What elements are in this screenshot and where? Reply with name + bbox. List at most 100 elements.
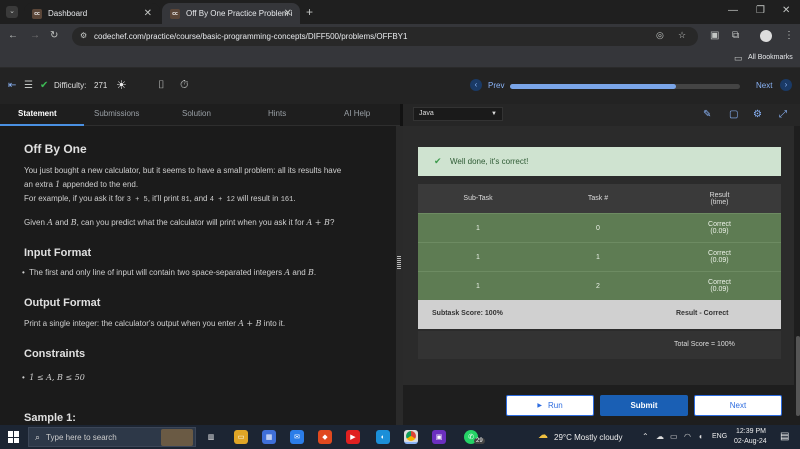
given-post: , can you predict what the calculator wi… <box>76 218 307 227</box>
tab-dashboard[interactable]: cc Dashboard ✕ <box>24 3 160 24</box>
extensions-puzzle-icon[interactable]: ⧉ <box>732 30 739 41</box>
language-indicator[interactable]: ENG <box>712 433 727 440</box>
results-area: ✔ Well done, it's correct! Sub-Task Task… <box>403 126 794 385</box>
codechef-favicon-icon: cc <box>32 8 42 19</box>
battery-icon[interactable]: ▭ <box>670 432 678 441</box>
settings-gear-icon[interactable]: ⚙ <box>753 109 762 120</box>
tab-statement[interactable]: Statement <box>18 109 57 118</box>
new-tab-icon[interactable]: + <box>306 5 313 19</box>
tab-submissions[interactable]: Submissions <box>94 109 139 118</box>
url-input[interactable]: ⚙ codechef.com/practice/course/basic-pro… <box>72 27 698 46</box>
scrollbar-thumb[interactable] <box>796 336 800 416</box>
code-4-plus-12: 4 + 12 <box>209 196 235 204</box>
total-score-row: Total Score = 100% <box>418 331 781 359</box>
clock-date[interactable]: 02-Aug-24 <box>734 438 767 445</box>
taskbar-search-input[interactable]: ⌕ Type here to search <box>28 427 196 447</box>
jetbrains-icon[interactable]: ▣ <box>432 430 446 444</box>
all-bookmarks-link[interactable]: All Bookmarks <box>748 54 793 61</box>
tab-hints[interactable]: Hints <box>268 109 286 118</box>
magic-wand-icon[interactable]: ✎ <box>703 109 711 120</box>
browser-tab-bar: ⌄ cc Dashboard ✕ cc Off By One Practice … <box>0 0 800 24</box>
clock-time[interactable]: 12:39 PM <box>736 428 766 435</box>
intro-line-1: You just bought a new calculator, but it… <box>24 166 342 175</box>
extension-icon[interactable]: ▣ <box>710 30 719 41</box>
close-window-icon[interactable]: ✕ <box>782 5 790 16</box>
prev-button[interactable]: Prev <box>488 81 504 90</box>
panel-divider[interactable] <box>396 126 403 425</box>
tab-search-icon[interactable]: ⌄ <box>6 6 18 18</box>
next-button[interactable]: Next <box>756 81 772 90</box>
forward-icon[interactable]: → <box>30 30 40 41</box>
success-banner: ✔ Well done, it's correct! <box>418 147 781 176</box>
cell-task: 2 <box>596 282 600 290</box>
codechef-favicon-icon: cc <box>170 8 180 19</box>
chat-icon[interactable]: ▢ <box>729 109 738 120</box>
bookmark-star-icon[interactable]: ☆ <box>678 30 686 41</box>
youtube-icon[interactable]: ▶ <box>346 430 360 444</box>
success-message: Well done, it's correct! <box>450 157 529 166</box>
tab-ai-help[interactable]: AI Help <box>344 109 370 118</box>
subtask-result: Result - Correct <box>676 310 729 317</box>
weather-icon[interactable]: ☁ <box>538 430 548 441</box>
theme-sun-icon[interactable]: ☀ <box>116 78 127 92</box>
next-arrow-icon[interactable]: › <box>780 79 792 91</box>
fullscreen-icon[interactable]: ⤢ <box>779 109 787 120</box>
onedrive-icon[interactable]: ☁ <box>656 432 664 441</box>
windows-start-icon[interactable] <box>8 431 20 443</box>
task-view-icon[interactable]: ▥ <box>204 430 218 444</box>
brave-icon[interactable]: ◆ <box>318 430 332 444</box>
tray-chevron-icon[interactable]: ⌃ <box>642 432 649 441</box>
chrome-icon[interactable] <box>404 430 418 444</box>
run-button[interactable]: ▶ Run <box>506 395 594 416</box>
statement-panel: Off By One You just bought a new calcula… <box>0 126 396 425</box>
reload-icon[interactable]: ↻ <box>50 30 58 41</box>
list-icon[interactable]: ☰ <box>24 80 33 91</box>
edge-icon[interactable]: ◐ <box>376 430 390 444</box>
constraints-heading: Constraints <box>24 348 86 360</box>
volume-icon[interactable]: ◖ <box>698 432 703 441</box>
menu-dots-icon[interactable]: ⋮ <box>784 30 794 41</box>
wifi-icon[interactable]: ◠ <box>684 432 691 441</box>
resize-grip-icon[interactable] <box>397 256 401 270</box>
tab-solution[interactable]: Solution <box>182 109 211 118</box>
given-q: ? <box>329 218 335 227</box>
editor-panel: Java ▼ ✎ ▢ ⚙ ⤢ ✔ Well done, it's correct… <box>403 104 800 425</box>
close-tab-icon[interactable]: ✕ <box>284 8 292 19</box>
minimize-icon[interactable]: — <box>728 5 738 16</box>
next-label: Next <box>729 401 747 410</box>
restore-icon[interactable]: ❐ <box>756 5 765 16</box>
output-post: into it. <box>261 319 286 328</box>
result-text: Correct <box>708 221 731 228</box>
table-row: 1 0 Correct (0.09) <box>418 213 781 242</box>
bookmarks-bar: ▭ All Bookmarks <box>0 49 800 68</box>
cell-result: Correct (0.09) <box>658 272 781 300</box>
file-explorer-icon[interactable]: ▭ <box>234 430 248 444</box>
url-text: codechef.com/practice/course/basic-progr… <box>94 32 408 41</box>
collapse-left-icon[interactable]: ⇤ <box>8 80 16 91</box>
bookmark-icon[interactable]: ⌷ <box>158 79 165 92</box>
notifications-icon[interactable]: ▤ <box>780 431 789 442</box>
header-task: Task # <box>587 195 609 202</box>
site-info-icon[interactable]: ⚙ <box>80 31 87 40</box>
close-tab-icon[interactable]: ✕ <box>144 8 152 19</box>
problem-title: Off By One <box>24 142 87 156</box>
weather-text[interactable]: 29°C Mostly cloudy <box>554 433 623 442</box>
cell-subtask: 1 <box>476 282 480 290</box>
submit-button[interactable]: Submit <box>600 395 688 416</box>
eye-off-icon[interactable]: ◎ <box>656 30 664 41</box>
example-text: will result in <box>234 194 281 203</box>
code-3-plus-5: 3 + 5 <box>126 196 148 204</box>
example-text: , and <box>189 194 210 203</box>
back-icon[interactable]: ← <box>8 30 18 41</box>
timer-icon[interactable]: ⏱ <box>180 79 189 92</box>
course-progress-fill <box>510 84 676 89</box>
next-problem-button[interactable]: Next <box>694 395 782 416</box>
intro-line-2-end: appended to the end. <box>60 180 139 189</box>
problem-toolbar: ⇤ ☰ ✔ Difficulty: 271 ☀ ⌷ ⏱ ‹ Prev Next … <box>0 68 800 104</box>
language-select[interactable]: Java ▼ <box>413 107 503 121</box>
profile-avatar[interactable] <box>760 30 772 42</box>
store-icon[interactable]: ▦ <box>262 430 276 444</box>
tab-off-by-one[interactable]: cc Off By One Practice Problem in ✕ <box>162 3 300 24</box>
mail-icon[interactable]: ✉ <box>290 430 304 444</box>
prev-arrow-icon[interactable]: ‹ <box>470 79 482 91</box>
